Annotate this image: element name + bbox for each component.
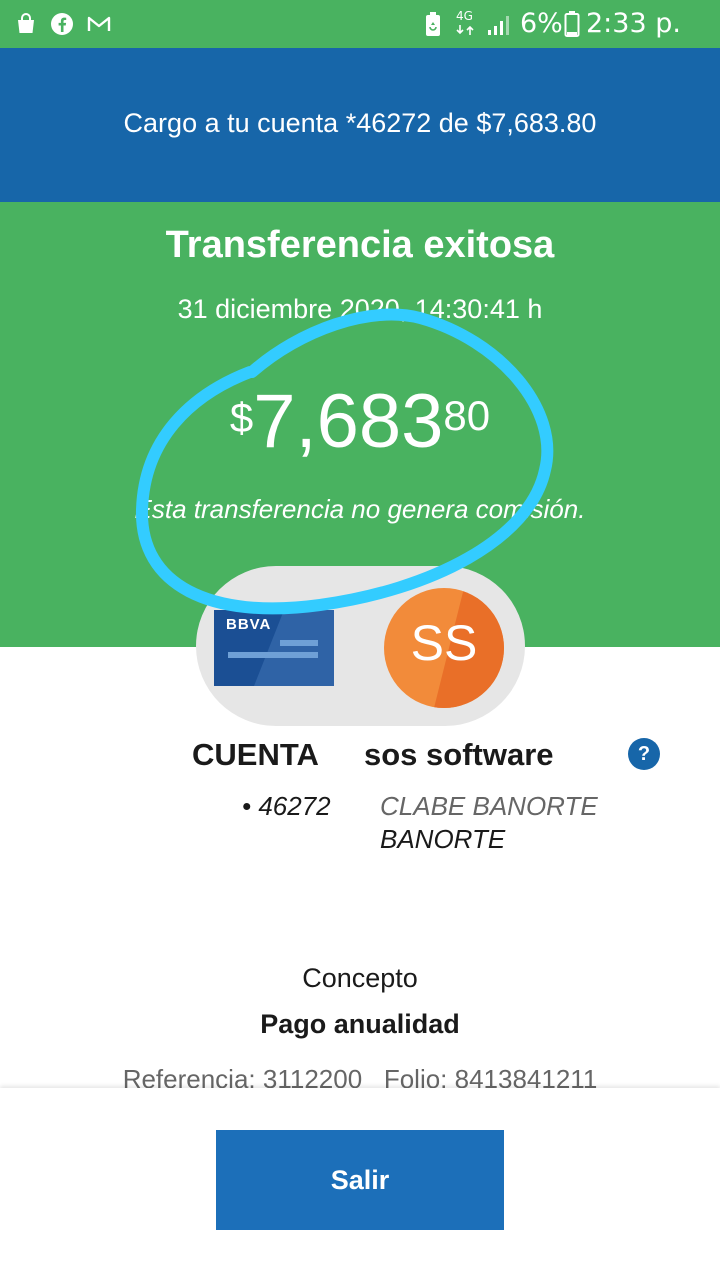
facebook-icon <box>50 12 74 40</box>
battery-saver-icon <box>424 11 442 41</box>
amount-integer: 7,683 <box>253 379 444 464</box>
commission-note: Esta transferencia no genera comisión. <box>134 494 586 524</box>
help-icon[interactable]: ? <box>628 738 660 770</box>
signal-icon <box>486 14 514 40</box>
bank-card-icon: BBVA <box>214 610 334 686</box>
transfer-route-pill: BBVA SS <box>196 566 525 726</box>
status-bar: 4G 6% 2:33 p. m. <box>0 0 720 70</box>
payee-name: sos software <box>364 737 554 772</box>
card-brand: BBVA <box>226 616 272 633</box>
exit-button[interactable]: Salir <box>216 1130 504 1230</box>
battery-icon <box>564 10 580 42</box>
battery-percent: 6% <box>520 8 563 39</box>
shopping-bag-icon <box>14 12 38 40</box>
network-4g-icon: 4G <box>456 10 476 41</box>
payee-clabe: CLABE BANORTE <box>380 791 598 821</box>
transaction-datetime: 31 diciembre 2020, 14:30:41 h <box>177 294 543 324</box>
concept-value: Pago anualidad <box>260 1009 460 1039</box>
payee-bank: BANORTE <box>380 824 506 854</box>
charge-banner: Cargo a tu cuenta *46272 de $7,683.80 <box>0 48 720 202</box>
origin-label: CUENTA <box>192 737 319 772</box>
concept-label: Concepto <box>302 963 418 993</box>
amount-cents: 80 <box>443 392 491 439</box>
transfer-amount: $7,68380 <box>0 378 720 465</box>
charge-summary: Cargo a tu cuenta *46272 de $7,683.80 <box>123 108 597 138</box>
origin-account: • 46272 <box>242 791 331 821</box>
payee-avatar: SS <box>384 588 504 708</box>
amount-currency: $ <box>229 394 254 441</box>
action-bar: Salir <box>0 1088 720 1280</box>
network-type: 4G <box>456 9 473 23</box>
payee-initials: SS <box>410 615 478 671</box>
page-title: Transferencia exitosa <box>165 224 555 266</box>
gmail-icon <box>86 12 112 40</box>
